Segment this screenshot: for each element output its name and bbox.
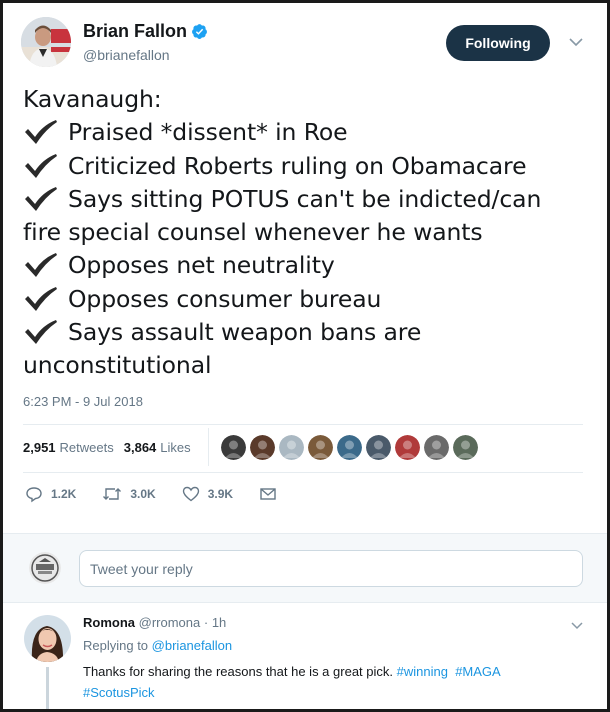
reply-author-name[interactable]: Romona [83, 615, 135, 630]
heart-icon [182, 486, 199, 502]
like-action[interactable]: 3.9K [182, 485, 233, 503]
verified-badge-icon [192, 24, 207, 39]
tweet-line-text: Praised *dissent* in Roe [68, 118, 348, 147]
hashtag-link[interactable]: #MAGA [455, 664, 501, 679]
envelope-icon [260, 488, 276, 500]
tweet-line: Opposes net neutrality [23, 249, 593, 282]
check-mark-icon [25, 153, 57, 178]
reply-author-avatar[interactable] [24, 615, 71, 662]
tweet-line: Criticized Roberts ruling on Obamacare [23, 150, 593, 183]
replying-to: Replying to @brianefallon [83, 638, 232, 653]
thread-line [46, 667, 49, 709]
retweet-action-count: 3.0K [130, 487, 156, 501]
tweet-line: fire special counsel whenever he wants [23, 216, 593, 249]
liker-avatar[interactable] [221, 435, 246, 460]
liker-avatar[interactable] [279, 435, 304, 460]
reply-text-body: Thanks for sharing the reasons that he i… [83, 664, 394, 679]
author-name[interactable]: Brian Fallon [83, 21, 208, 42]
tweet-card: Brian Fallon @brianefallon Following Kav… [0, 0, 610, 712]
retweet-action[interactable]: 3.0K [102, 485, 156, 503]
reply-action[interactable]: 1.2K [25, 485, 76, 503]
liker-avatar[interactable] [337, 435, 362, 460]
chevron-down-icon[interactable] [567, 33, 585, 51]
reply-time[interactable]: 1h [212, 615, 226, 630]
like-count[interactable]: 3,864 [124, 440, 157, 455]
hashtag-link[interactable]: #ScotusPick [83, 685, 155, 700]
retweet-count[interactable]: 2,951 [23, 440, 56, 455]
reply-tweet[interactable]: Romona @rromona · 1h Replying to @briane… [3, 604, 607, 709]
liker-avatar[interactable] [250, 435, 275, 460]
check-mark-icon [25, 186, 57, 211]
replying-to-prefix: Replying to [83, 638, 149, 653]
reply-composer [3, 533, 607, 603]
tweet-timestamp[interactable]: 6:23 PM - 9 Jul 2018 [23, 394, 143, 409]
retweet-icon [103, 488, 122, 500]
check-mark-icon [25, 120, 57, 145]
divider [23, 472, 583, 473]
tweet-line: Says assault weapon bans are [23, 316, 593, 349]
tweet-line-text: Says sitting POTUS can't be indicted/can [68, 184, 542, 213]
retweet-label[interactable]: Retweets [60, 440, 114, 455]
liker-avatars [221, 435, 482, 460]
tweet-line-text: Opposes consumer bureau [68, 284, 382, 313]
reply-count: 1.2K [51, 487, 77, 501]
tweet-actions: 1.2K 3.0K 3.9K [25, 485, 311, 503]
tweet-line-text: unconstitutional [23, 351, 212, 380]
tweet-line: unconstitutional [23, 349, 593, 382]
stats-separator [208, 428, 209, 466]
tweet-line: Praised *dissent* in Roe [23, 116, 593, 149]
reply-icon [26, 487, 42, 503]
reply-text: Thanks for sharing the reasons that he i… [83, 661, 563, 703]
following-button[interactable]: Following [446, 25, 550, 61]
liker-avatar[interactable] [366, 435, 391, 460]
reply-input[interactable] [79, 550, 583, 587]
direct-message-action[interactable] [259, 485, 285, 503]
hashtag-link[interactable]: #winning [397, 664, 448, 679]
liker-avatar[interactable] [395, 435, 420, 460]
check-mark-icon [25, 286, 57, 311]
tweet-line-text: fire special counsel whenever he wants [23, 218, 483, 247]
divider [23, 424, 583, 425]
tweet-line-text: Opposes net neutrality [68, 251, 335, 280]
liker-avatar[interactable] [308, 435, 333, 460]
tweet-header: Brian Fallon @brianefallon Following [21, 17, 593, 73]
check-mark-icon [25, 253, 57, 278]
liker-avatar[interactable] [424, 435, 449, 460]
tweet-line-text: Criticized Roberts ruling on Obamacare [68, 151, 527, 180]
tweet-line-text: Kavanaugh: [23, 85, 162, 113]
author-avatar[interactable] [21, 17, 71, 67]
tweet-line-text: Says assault weapon bans are [68, 318, 422, 347]
tweet-line: Opposes consumer bureau [23, 283, 593, 316]
reply-header: Romona @rromona · 1h [83, 615, 226, 630]
current-user-avatar[interactable] [29, 552, 61, 584]
chevron-down-icon[interactable] [569, 618, 585, 634]
tweet-text: Kavanaugh: Praised *dissent* in Roe Crit… [23, 83, 593, 383]
like-label[interactable]: Likes [160, 440, 190, 455]
replying-to-link[interactable]: @brianefallon [152, 638, 232, 653]
tweet-line: Says sitting POTUS can't be indicted/can [23, 183, 593, 216]
liker-avatar[interactable] [453, 435, 478, 460]
tweet-stats: 2,951 Retweets 3,864 Likes [23, 440, 191, 455]
author-name-text[interactable]: Brian Fallon [83, 21, 187, 42]
reply-author-handle[interactable]: @rromona [139, 615, 201, 630]
check-mark-icon [25, 320, 57, 345]
reply-separator: · [203, 615, 209, 630]
author-handle[interactable]: @brianefallon [83, 47, 170, 63]
like-action-count: 3.9K [207, 487, 234, 501]
tweet-line: Kavanaugh: [23, 83, 593, 116]
